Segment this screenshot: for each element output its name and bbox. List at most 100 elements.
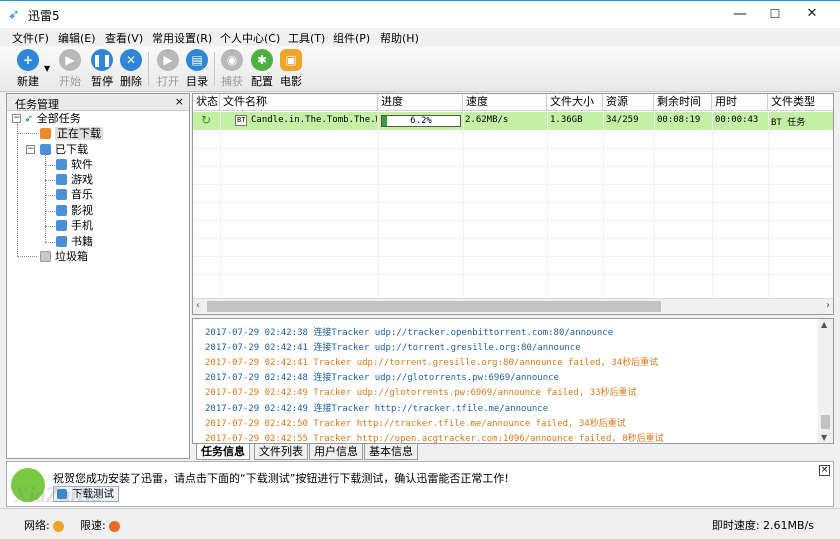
tree-category-music[interactable]: 音乐 (56, 187, 93, 202)
folder-icon (56, 188, 67, 200)
log-line: 2017-07-29 02:42:55 Tracker http://open.… (205, 434, 664, 444)
instant-speed: 即时速度: 2.61MB/s (711, 519, 814, 532)
grid-line (193, 220, 833, 221)
close-button[interactable]: ✕ (792, 1, 832, 29)
movie-icon: ▣ (280, 49, 302, 71)
file-type: BT 任务 (771, 118, 806, 128)
tree-line (45, 195, 55, 196)
remaining-time: 00:08:19 (657, 115, 701, 125)
open-file-icon: ▶ (157, 49, 179, 71)
menu-personal-center[interactable]: 个人中心(C) (220, 30, 280, 46)
grid-line (712, 112, 713, 297)
menu-tools[interactable]: 工具(T) (288, 30, 325, 46)
log-line: 2017-07-29 02:42:48 连接Tracker udp://glot… (205, 373, 559, 383)
scroll-right-icon[interactable]: › (826, 300, 830, 311)
grid-line (193, 202, 833, 203)
grid-line (603, 112, 604, 297)
grid-line (193, 184, 833, 185)
wrench-icon: ✱ (251, 49, 273, 71)
log-line: 2017-07-29 02:42:50 Tracker http://track… (205, 419, 626, 429)
column-size[interactable]: 文件大小 (547, 94, 603, 111)
speed-limit-icon (108, 520, 120, 532)
network-status[interactable]: 网络: (24, 517, 64, 533)
task-manager-title: 任务管理 (15, 98, 59, 111)
tree-line (45, 165, 55, 166)
tree-all-tasks[interactable]: ➶ 全部任务 (24, 111, 81, 126)
movie-button[interactable]: ▣ 电影 (273, 49, 309, 89)
file-size: 1.36GB (550, 115, 583, 125)
grid-line (193, 256, 833, 257)
table-row[interactable]: ↻ BT Candle.in.The.Tomb.The.W 6.2% 2.62M… (193, 112, 833, 130)
menu-edit[interactable]: 编辑(E) (58, 30, 96, 46)
log-pane: 2017-07-29 02:42:38 连接Tracker udp://trac… (192, 318, 834, 444)
scroll-down-icon[interactable]: ▼ (821, 433, 827, 442)
column-type[interactable]: 文件类型 (768, 94, 833, 111)
new-button[interactable]: + 新建 (10, 49, 46, 89)
grid-line (768, 112, 769, 297)
tab-basic-info[interactable]: 基本信息 (364, 444, 418, 460)
folder-icon (56, 173, 67, 185)
minimize-button[interactable]: — (720, 1, 760, 29)
menu-view[interactable]: 查看(V) (105, 30, 143, 46)
toolbar: + 新建 ▼ ▶ 开始 ❚❚ 暂停 ✕ 删除 ▶ 打开 ▤ 目录 ◉ 捕获 ✱ … (0, 46, 840, 92)
task-manager-header: 任务管理 × (7, 94, 189, 111)
scroll-left-icon[interactable]: ‹ (196, 300, 200, 311)
tree-trash[interactable]: 垃圾箱 (40, 249, 88, 264)
column-speed[interactable]: 速度 (463, 94, 547, 111)
log-line: 2017-07-29 02:42:38 连接Tracker udp://trac… (205, 328, 614, 338)
folder-icon (56, 219, 67, 231)
scrollbar-thumb[interactable] (207, 301, 661, 312)
resource-count: 34/259 (606, 115, 639, 125)
expand-toggle[interactable]: − (26, 145, 35, 154)
start-button[interactable]: ▶ 开始 (52, 49, 88, 89)
xunlei-logo-icon: ➶ (8, 7, 20, 23)
elapsed-time: 00:00:43 (715, 115, 759, 125)
tree-line (17, 133, 37, 134)
tree-category-books[interactable]: 书籍 (56, 234, 93, 249)
new-dropdown-icon[interactable]: ▼ (44, 64, 50, 73)
tree-category-software[interactable]: 软件 (56, 157, 93, 172)
vertical-scrollbar[interactable]: ▲ ▼ (818, 319, 833, 443)
tree-category-mobile[interactable]: 手机 (56, 218, 93, 233)
delete-button[interactable]: ✕ 删除 (113, 49, 149, 89)
file-name: Candle.in.The.Tomb.The.W (251, 115, 377, 125)
tree-line (17, 124, 18, 256)
folder-icon (56, 204, 67, 216)
tab-task-info[interactable]: 任务信息 (196, 444, 250, 460)
expand-toggle[interactable]: − (12, 114, 21, 123)
downloading-icon (40, 127, 51, 139)
close-pane-button[interactable]: × (175, 95, 184, 108)
tab-file-list[interactable]: 文件列表 (254, 444, 308, 460)
scroll-up-icon[interactable]: ▲ (821, 320, 827, 329)
tree-line (17, 256, 37, 257)
folder-icon (56, 158, 67, 170)
grid-line (193, 274, 833, 275)
menu-help[interactable]: 帮助(H) (380, 30, 419, 46)
menu-file[interactable]: 文件(F) (12, 30, 49, 46)
horizontal-scrollbar[interactable]: ‹ › (193, 298, 833, 314)
directory-button[interactable]: ▤ 目录 (179, 49, 215, 89)
tree-line (45, 226, 55, 227)
tree-downloading[interactable]: 正在下载 (40, 126, 103, 141)
tree-downloaded[interactable]: 已下载 (40, 142, 88, 157)
tree-category-video[interactable]: 影视 (56, 203, 93, 218)
tab-user-info[interactable]: 用户信息 (309, 444, 363, 460)
xunlei-logo-icon: ➶ (24, 112, 34, 125)
tree-line (45, 211, 55, 212)
column-progress[interactable]: 进度 (378, 94, 463, 111)
grid-line (193, 166, 833, 167)
maximize-button[interactable]: ☐ (755, 1, 795, 29)
menu-common-settings[interactable]: 常用设置(R) (152, 30, 212, 46)
close-notice-button[interactable]: × (819, 465, 830, 476)
menu-plugins[interactable]: 组件(P) (333, 30, 370, 46)
column-filename[interactable]: 文件名称 (220, 94, 378, 111)
speed-limit-status[interactable]: 限速: (80, 517, 120, 533)
column-resources[interactable]: 资源 (603, 94, 654, 111)
pause-icon: ❚❚ (91, 49, 113, 71)
menu-bar: 文件(F) 编辑(E) 查看(V) 常用设置(R) 个人中心(C) 工具(T) … (0, 28, 840, 46)
column-elapsed[interactable]: 用时 (712, 94, 768, 111)
column-status[interactable]: 状态 (193, 94, 220, 111)
tree-category-games[interactable]: 游戏 (56, 172, 93, 187)
scrollbar-thumb[interactable] (821, 415, 830, 429)
column-remaining[interactable]: 剩余时间 (654, 94, 712, 111)
